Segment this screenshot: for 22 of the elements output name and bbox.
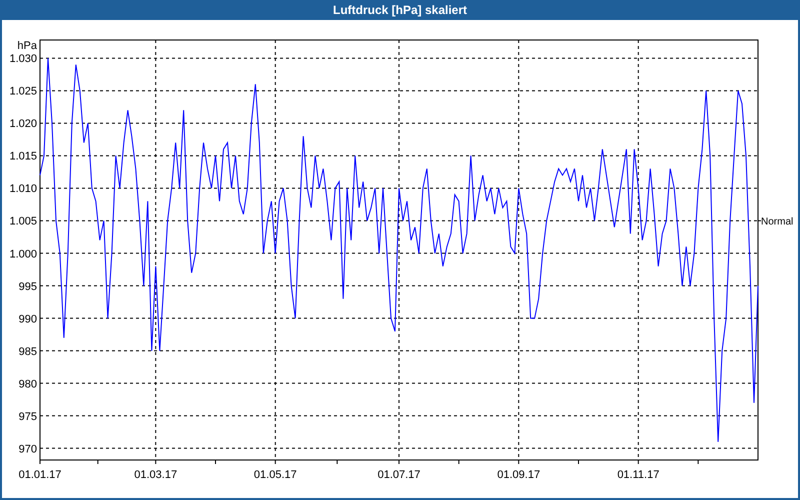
x-tick-label: 01.05.17 <box>254 469 297 481</box>
x-tick-label: 01.11.17 <box>617 469 660 481</box>
x-tick-label: 01.09.17 <box>497 469 540 481</box>
x-tick-label: 01.01.17 <box>18 469 62 481</box>
y-tick-label: 985 <box>18 346 37 358</box>
y-tick-label: 1.005 <box>9 216 37 228</box>
y-tick-label: 1.010 <box>9 183 37 196</box>
x-tick-label: 01.07.17 <box>378 469 420 481</box>
y-tick-label: 1.020 <box>9 118 37 130</box>
y-tick-label: 980 <box>18 378 37 390</box>
y-tick-label: 1.000 <box>9 248 37 260</box>
y-tick-label: 990 <box>18 313 37 326</box>
y-tick-label: 1.015 <box>9 150 37 163</box>
y-tick-label: 970 <box>18 443 37 456</box>
y-tick-label: 975 <box>18 410 37 423</box>
x-tick-label: 01.03.17 <box>134 469 178 481</box>
y-tick-label: 1.030 <box>9 53 37 66</box>
reference-label: Normal <box>761 216 794 228</box>
window-title: Luftdruck [hPa] skaliert <box>332 2 468 19</box>
y-tick-label: 1.025 <box>9 86 37 98</box>
y-axis-unit: hPa <box>17 40 37 52</box>
y-tick-label: 995 <box>18 280 37 293</box>
